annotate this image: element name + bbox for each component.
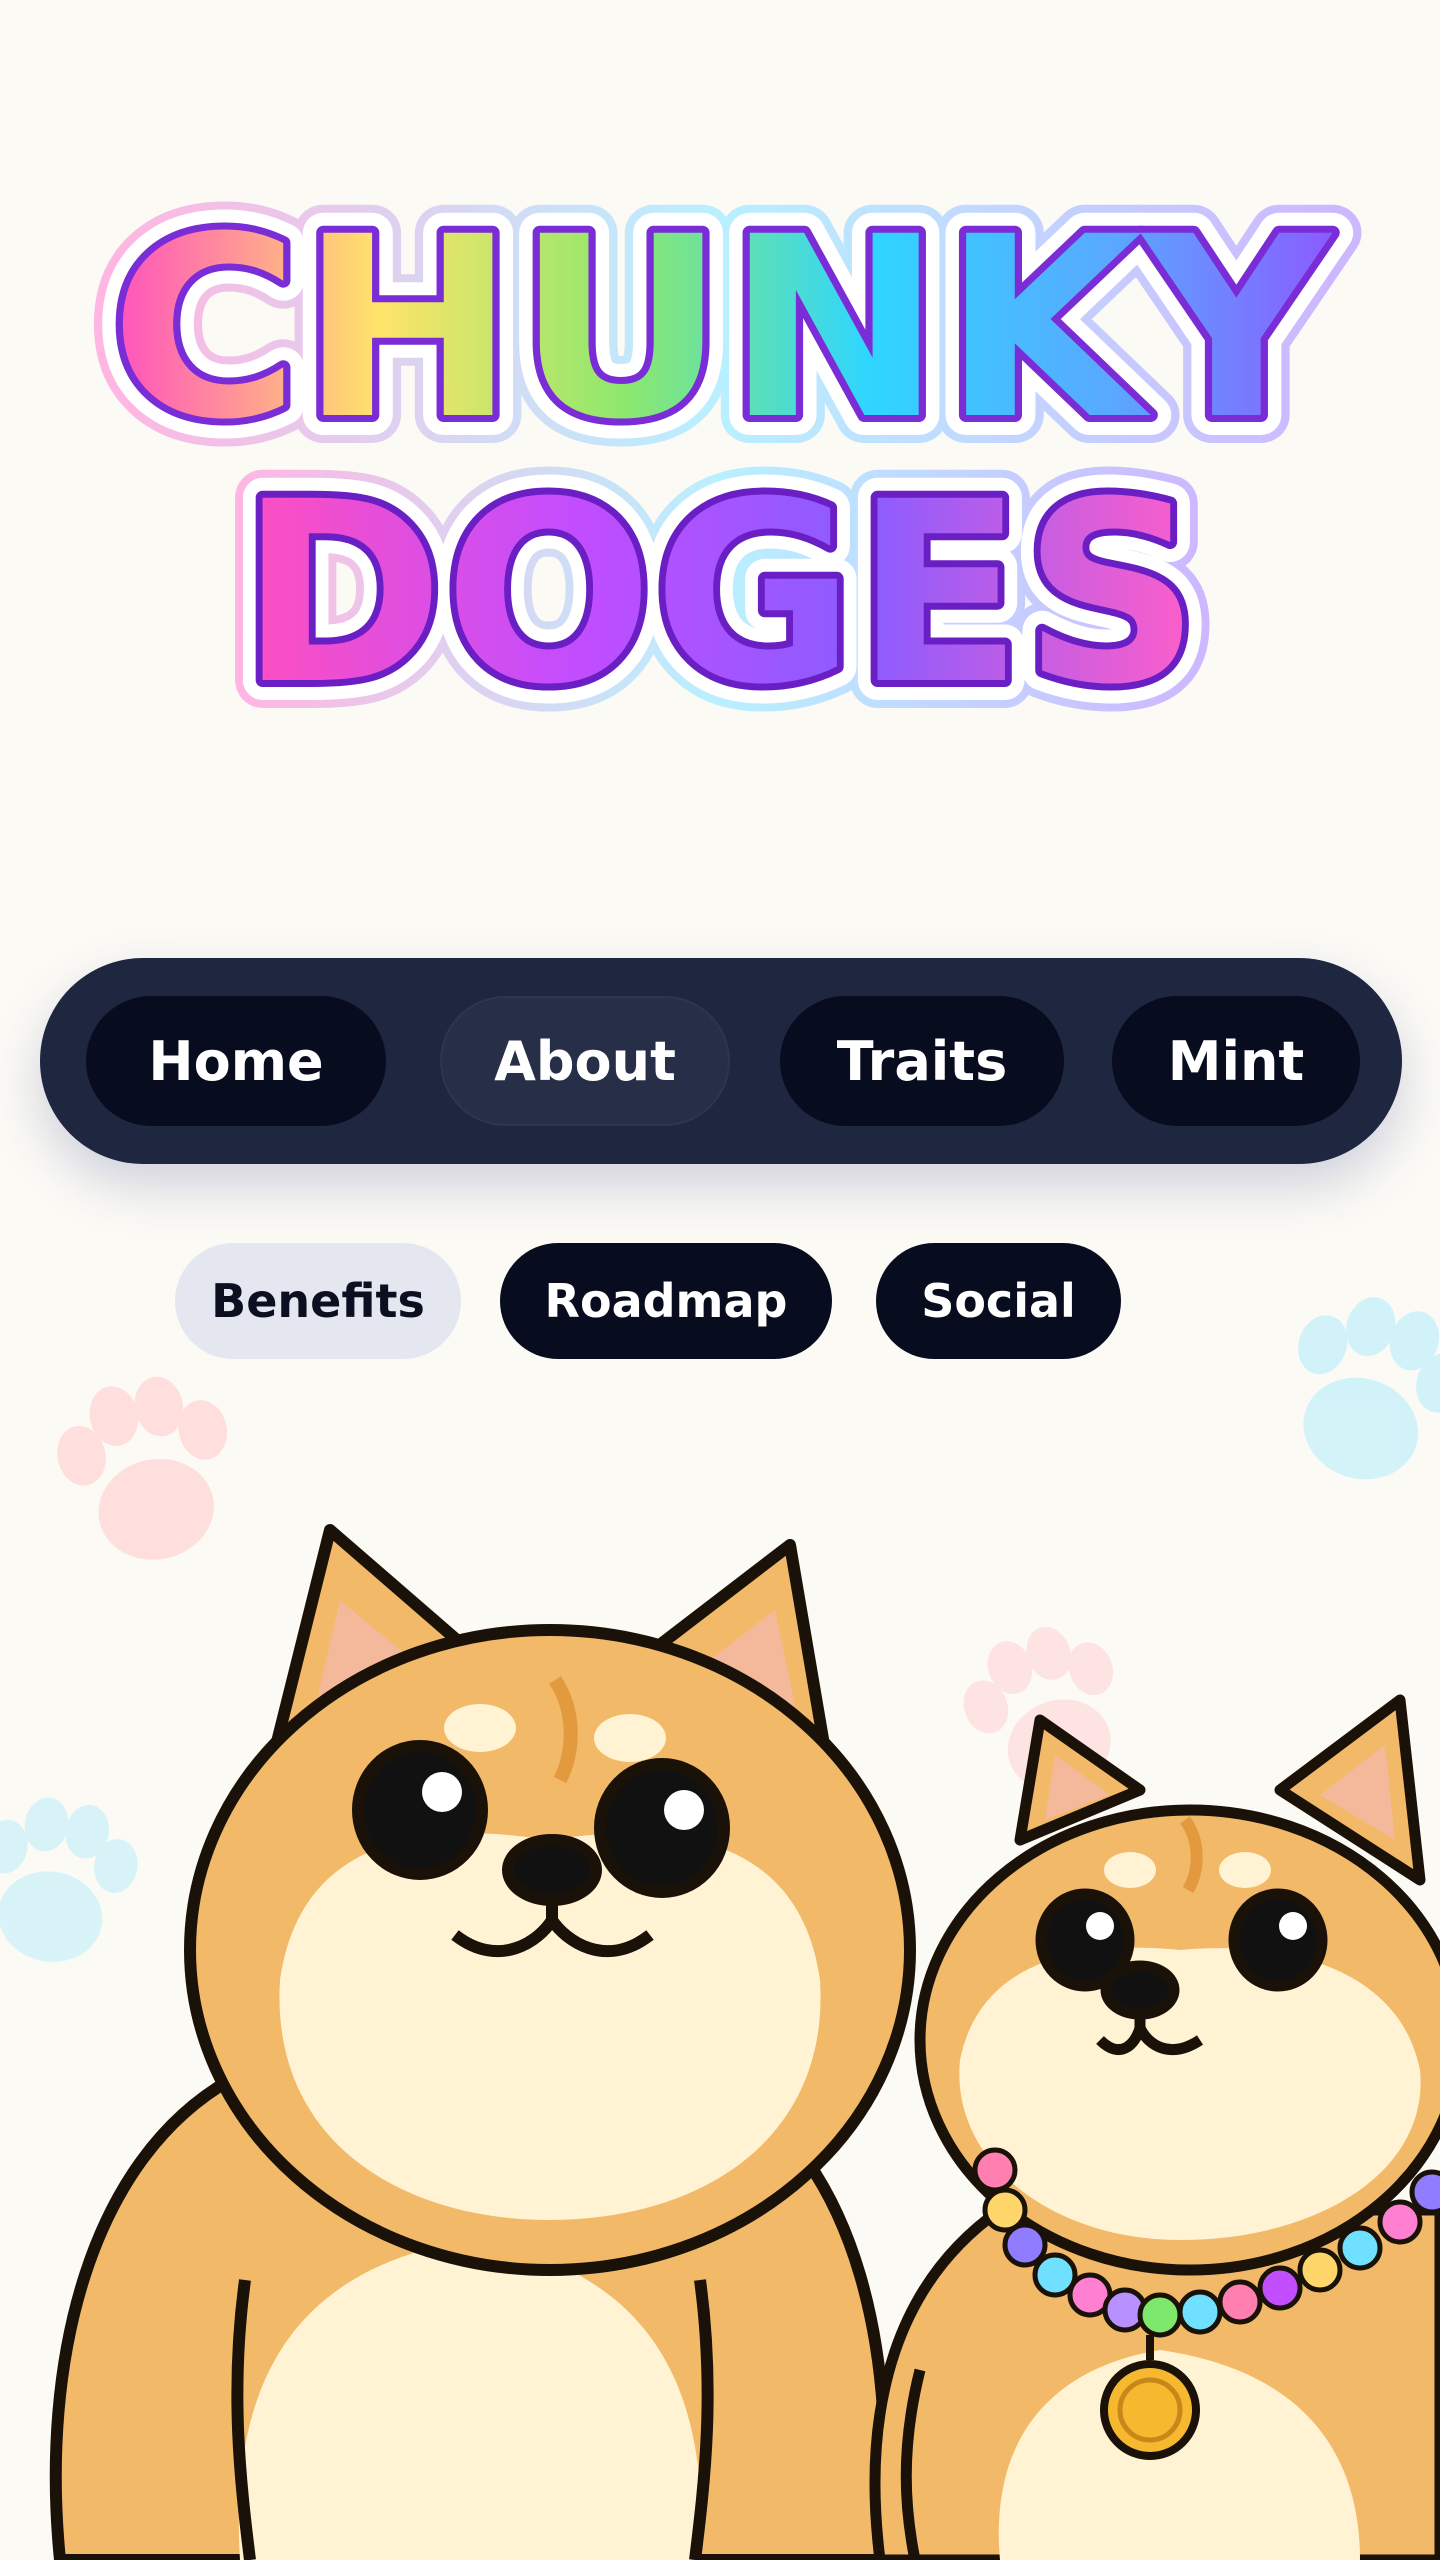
doge-illustration: [0, 1280, 1440, 2560]
nav-home[interactable]: Home: [86, 996, 386, 1126]
logo-line-2: DOGES: [240, 448, 1200, 739]
nav-mint[interactable]: Mint: [1112, 996, 1360, 1126]
doges-artwork: [0, 1280, 1440, 2560]
main-nav: Home About Traits Mint: [40, 958, 1402, 1164]
nav-traits[interactable]: Traits: [780, 996, 1064, 1126]
logo-line-1: CHUNKY: [110, 183, 1333, 474]
page: CHUNKY CHUNKY CHUNKY DOGES DOGES DOGES H…: [0, 0, 1440, 2560]
logo: CHUNKY CHUNKY CHUNKY DOGES DOGES DOGES: [0, 150, 1440, 800]
coin-pendant-icon: [1100, 2360, 1200, 2460]
logo-wordmark: CHUNKY CHUNKY CHUNKY DOGES DOGES DOGES: [82, 155, 1361, 767]
nav-about[interactable]: About: [440, 996, 730, 1126]
doge-left: [49, 1524, 916, 2560]
